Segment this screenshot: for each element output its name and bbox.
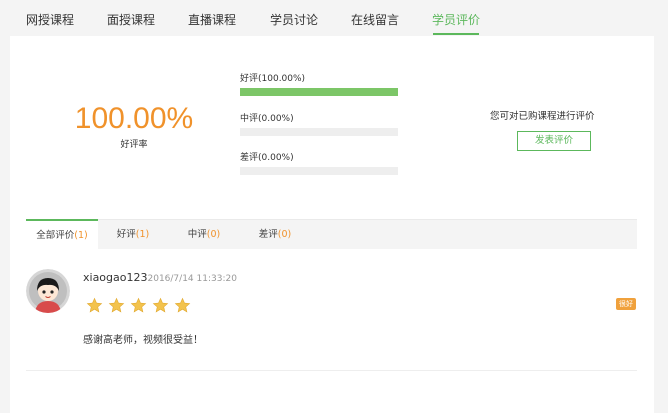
filter-positive[interactable]: 好评(1) — [106, 220, 160, 249]
avatar — [26, 269, 70, 313]
post-review-button[interactable]: 发表评价 — [517, 131, 591, 151]
positive-distribution-label: 好评(100.00%) — [240, 74, 306, 84]
positive-rate-label: 好评率 — [120, 140, 148, 150]
star-icon — [108, 297, 125, 313]
filter-all-count: (1) — [74, 230, 88, 241]
filter-neutral-count: (0) — [206, 229, 221, 240]
review-divider — [26, 370, 637, 371]
review-prompt-text: 您可对已购课程进行评价 — [490, 111, 595, 122]
filter-positive-label: 好评 — [116, 229, 136, 240]
filter-negative[interactable]: 差评(0) — [248, 220, 302, 249]
filter-neutral[interactable]: 中评(0) — [177, 220, 231, 249]
positive-distribution-bar — [240, 88, 398, 96]
reviews-panel: 100.00% 好评率 好评(100.00%) 中评(0.00%) 差评(0.0… — [10, 36, 654, 413]
tab-live-courses[interactable]: 直播课程 — [188, 11, 236, 28]
rating-badge: 很好 — [616, 298, 636, 310]
review-filter-bar: 全部评价(1) 好评(1) 中评(0) 差评(0) — [26, 219, 637, 250]
review-date: 2016/7/14 11:33:20 — [147, 274, 237, 284]
negative-distribution-bar — [240, 167, 398, 175]
neutral-distribution-bar — [240, 128, 398, 136]
star-icon — [175, 297, 191, 313]
star-icon — [153, 297, 169, 313]
tab-offline-courses[interactable]: 面授课程 — [107, 11, 155, 28]
positive-rate-value: 100.00% — [74, 102, 194, 135]
tab-student-discussion[interactable]: 学员讨论 — [270, 11, 318, 28]
active-tab-indicator — [433, 33, 479, 35]
star-icon — [130, 297, 147, 313]
tab-online-courses[interactable]: 网授课程 — [26, 11, 74, 28]
filter-positive-count: (1) — [135, 229, 150, 240]
review-content: 感谢高老师，视频很受益！ — [83, 335, 203, 346]
filter-all-reviews[interactable]: 全部评价(1) — [26, 219, 98, 250]
filter-negative-count: (0) — [277, 229, 292, 240]
review-username: xiaogao123 — [83, 271, 148, 284]
tab-student-reviews[interactable]: 学员评价 — [432, 11, 480, 28]
tab-online-message[interactable]: 在线留言 — [351, 11, 399, 28]
filter-neutral-label: 中评 — [187, 229, 207, 240]
star-icon — [86, 297, 103, 313]
filter-negative-label: 差评 — [258, 229, 278, 240]
top-tab-bar: 网授课程 面授课程 直播课程 学员讨论 在线留言 学员评价 — [0, 0, 668, 36]
neutral-distribution-label: 中评(0.00%) — [240, 114, 294, 124]
review-star-rating — [86, 297, 191, 315]
filter-all-label: 全部评价 — [36, 230, 75, 241]
positive-distribution-fill — [240, 88, 398, 96]
negative-distribution-label: 差评(0.00%) — [240, 153, 294, 163]
avatar-icon — [26, 269, 70, 313]
review-author: xiaogao1232016/7/14 11:33:20 — [83, 271, 237, 284]
